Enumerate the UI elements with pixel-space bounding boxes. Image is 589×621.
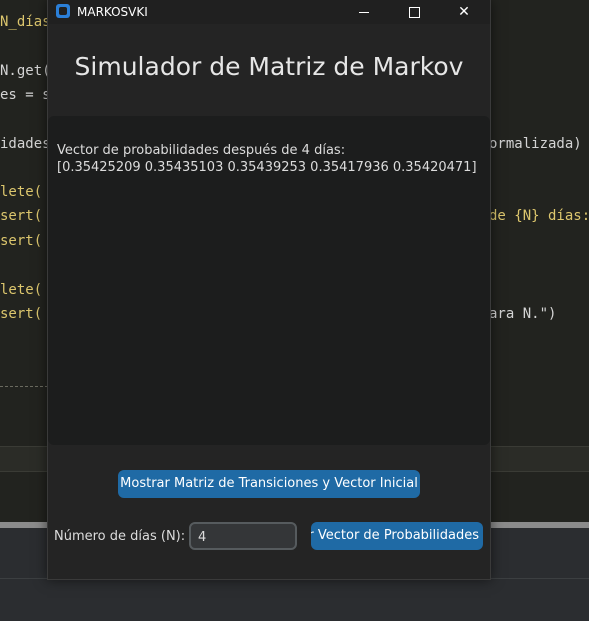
code-line: sert( bbox=[0, 233, 43, 249]
code-line: lete( bbox=[0, 184, 43, 200]
code-line: idades bbox=[0, 136, 51, 152]
page-title: Simulador de Matriz de Markov bbox=[74, 52, 464, 81]
window-titlebar[interactable]: MARKOSVKI ✕ bbox=[48, 0, 490, 24]
app-icon bbox=[56, 4, 70, 18]
code-line: N.get( bbox=[0, 63, 51, 79]
code-line: N_días bbox=[0, 14, 51, 30]
days-label: Número de días (N): bbox=[54, 529, 186, 544]
code-line: es = s bbox=[0, 87, 51, 103]
maximize-icon bbox=[408, 6, 420, 18]
results-vector: [0.35425209 0.35435103 0.35439253 0.3541… bbox=[57, 160, 477, 175]
results-line: Vector de probabilidades después de 4 dí… bbox=[57, 143, 346, 158]
close-icon: ✕ bbox=[458, 4, 470, 20]
show-matrix-button[interactable]: Mostrar Matriz de Transiciones y Vector … bbox=[118, 470, 420, 498]
code-line: sert( bbox=[0, 208, 43, 224]
code-line: lete( bbox=[0, 282, 43, 298]
editor-separator bbox=[0, 386, 48, 387]
code-line: ara N.") bbox=[489, 306, 557, 322]
maximize-button[interactable] bbox=[389, 0, 439, 24]
code-line: de {N} días:\ bbox=[489, 208, 589, 224]
minimize-button[interactable] bbox=[339, 0, 389, 24]
show-vector-button-label: Mostrar Vector de Probabilidades bbox=[311, 528, 479, 543]
markov-app-window: MARKOSVKI ✕ Simulador de Matriz de Marko… bbox=[47, 0, 491, 580]
code-line: sert( bbox=[0, 306, 43, 322]
code-line: ormalizada) bbox=[489, 136, 582, 152]
results-textbox[interactable]: Vector de probabilidades después de 4 dí… bbox=[48, 116, 490, 445]
days-input[interactable]: 4 bbox=[189, 522, 297, 550]
close-button[interactable]: ✕ bbox=[439, 0, 489, 24]
window-title: MARKOSVKI bbox=[77, 5, 148, 19]
show-vector-button[interactable]: Mostrar Vector de Probabilidades bbox=[311, 522, 483, 550]
minimize-icon bbox=[359, 11, 369, 13]
